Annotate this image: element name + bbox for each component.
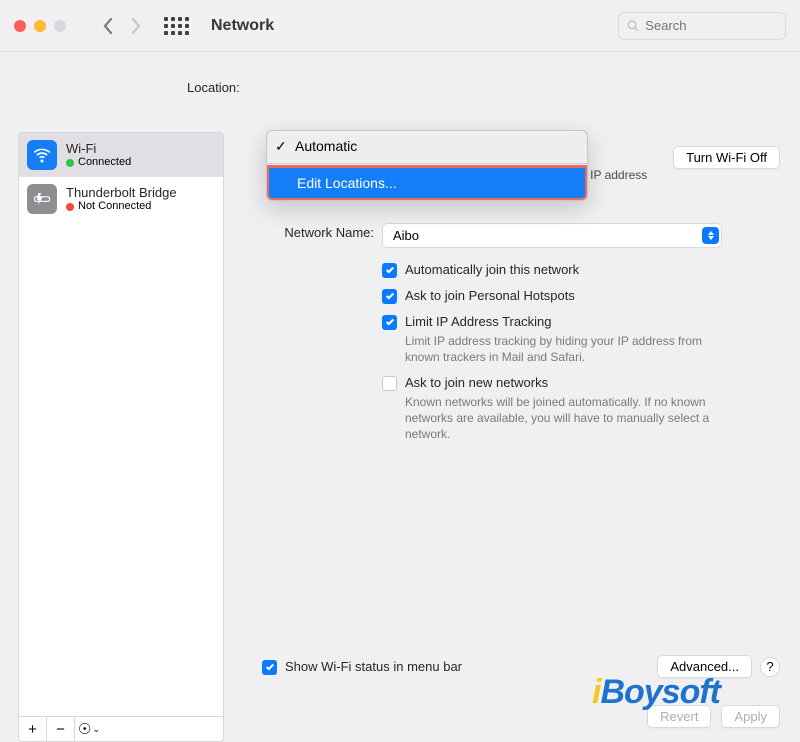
auto-join-label: Automatically join this network bbox=[405, 262, 579, 277]
back-icon[interactable] bbox=[102, 17, 114, 35]
new-networks-desc: Known networks will be joined automatica… bbox=[405, 394, 725, 443]
zoom-window-button[interactable] bbox=[54, 20, 66, 32]
window-title: Network bbox=[211, 17, 274, 35]
status-dot-connected bbox=[66, 159, 74, 167]
location-menu-edit[interactable]: Edit Locations... bbox=[266, 165, 588, 201]
network-sidebar: Wi-Fi Connected Thunderbolt Bridge Not C… bbox=[18, 132, 224, 716]
wifi-icon bbox=[27, 140, 57, 170]
revert-button[interactable]: Revert bbox=[647, 705, 711, 728]
close-window-button[interactable] bbox=[14, 20, 26, 32]
location-label: Location: bbox=[187, 80, 240, 95]
location-menu-automatic[interactable]: Automatic bbox=[267, 131, 587, 161]
traffic-lights bbox=[14, 20, 66, 32]
thunderbolt-icon bbox=[27, 184, 57, 214]
network-name-label: Network Name: bbox=[254, 223, 382, 248]
remove-service-button[interactable]: − bbox=[47, 717, 75, 741]
forward-icon[interactable] bbox=[130, 17, 142, 35]
chevron-updown-icon bbox=[702, 227, 719, 244]
status-dot-disconnected bbox=[66, 203, 74, 211]
search-icon bbox=[627, 19, 639, 33]
limit-ip-checkbox[interactable] bbox=[382, 315, 397, 330]
hotspots-label: Ask to join Personal Hotspots bbox=[405, 288, 575, 303]
limit-ip-desc: Limit IP address tracking by hiding your… bbox=[405, 333, 725, 365]
show-all-prefs-button[interactable] bbox=[164, 17, 189, 35]
advanced-button[interactable]: Advanced... bbox=[657, 655, 752, 678]
minimize-window-button[interactable] bbox=[34, 20, 46, 32]
show-status-checkbox[interactable] bbox=[262, 660, 277, 675]
search-field[interactable] bbox=[618, 12, 786, 40]
location-dropdown: Automatic Edit Locations... bbox=[266, 130, 588, 201]
service-actions-button[interactable]: ☉⌄ bbox=[75, 717, 103, 741]
hotspots-checkbox[interactable] bbox=[382, 289, 397, 304]
sidebar-item-wifi[interactable]: Wi-Fi Connected bbox=[19, 133, 223, 177]
new-networks-checkbox[interactable] bbox=[382, 376, 397, 391]
sidebar-item-thunderbolt[interactable]: Thunderbolt Bridge Not Connected bbox=[19, 177, 223, 221]
sidebar-item-label: Wi-Fi bbox=[66, 141, 131, 157]
network-name-select[interactable]: Aibo bbox=[382, 223, 722, 248]
help-button[interactable]: ? bbox=[760, 657, 780, 677]
window-toolbar: Network bbox=[0, 0, 800, 52]
turn-wifi-off-button[interactable]: Turn Wi-Fi Off bbox=[673, 146, 780, 169]
new-networks-label: Ask to join new networks bbox=[405, 375, 725, 390]
auto-join-checkbox[interactable] bbox=[382, 263, 397, 278]
search-input[interactable] bbox=[645, 18, 777, 33]
menu-separator bbox=[267, 163, 587, 164]
show-status-label: Show Wi-Fi status in menu bar bbox=[285, 659, 462, 674]
limit-ip-label: Limit IP Address Tracking bbox=[405, 314, 725, 329]
apply-button[interactable]: Apply bbox=[721, 705, 780, 728]
sidebar-item-label: Thunderbolt Bridge bbox=[66, 185, 177, 201]
add-service-button[interactable]: + bbox=[19, 717, 47, 741]
